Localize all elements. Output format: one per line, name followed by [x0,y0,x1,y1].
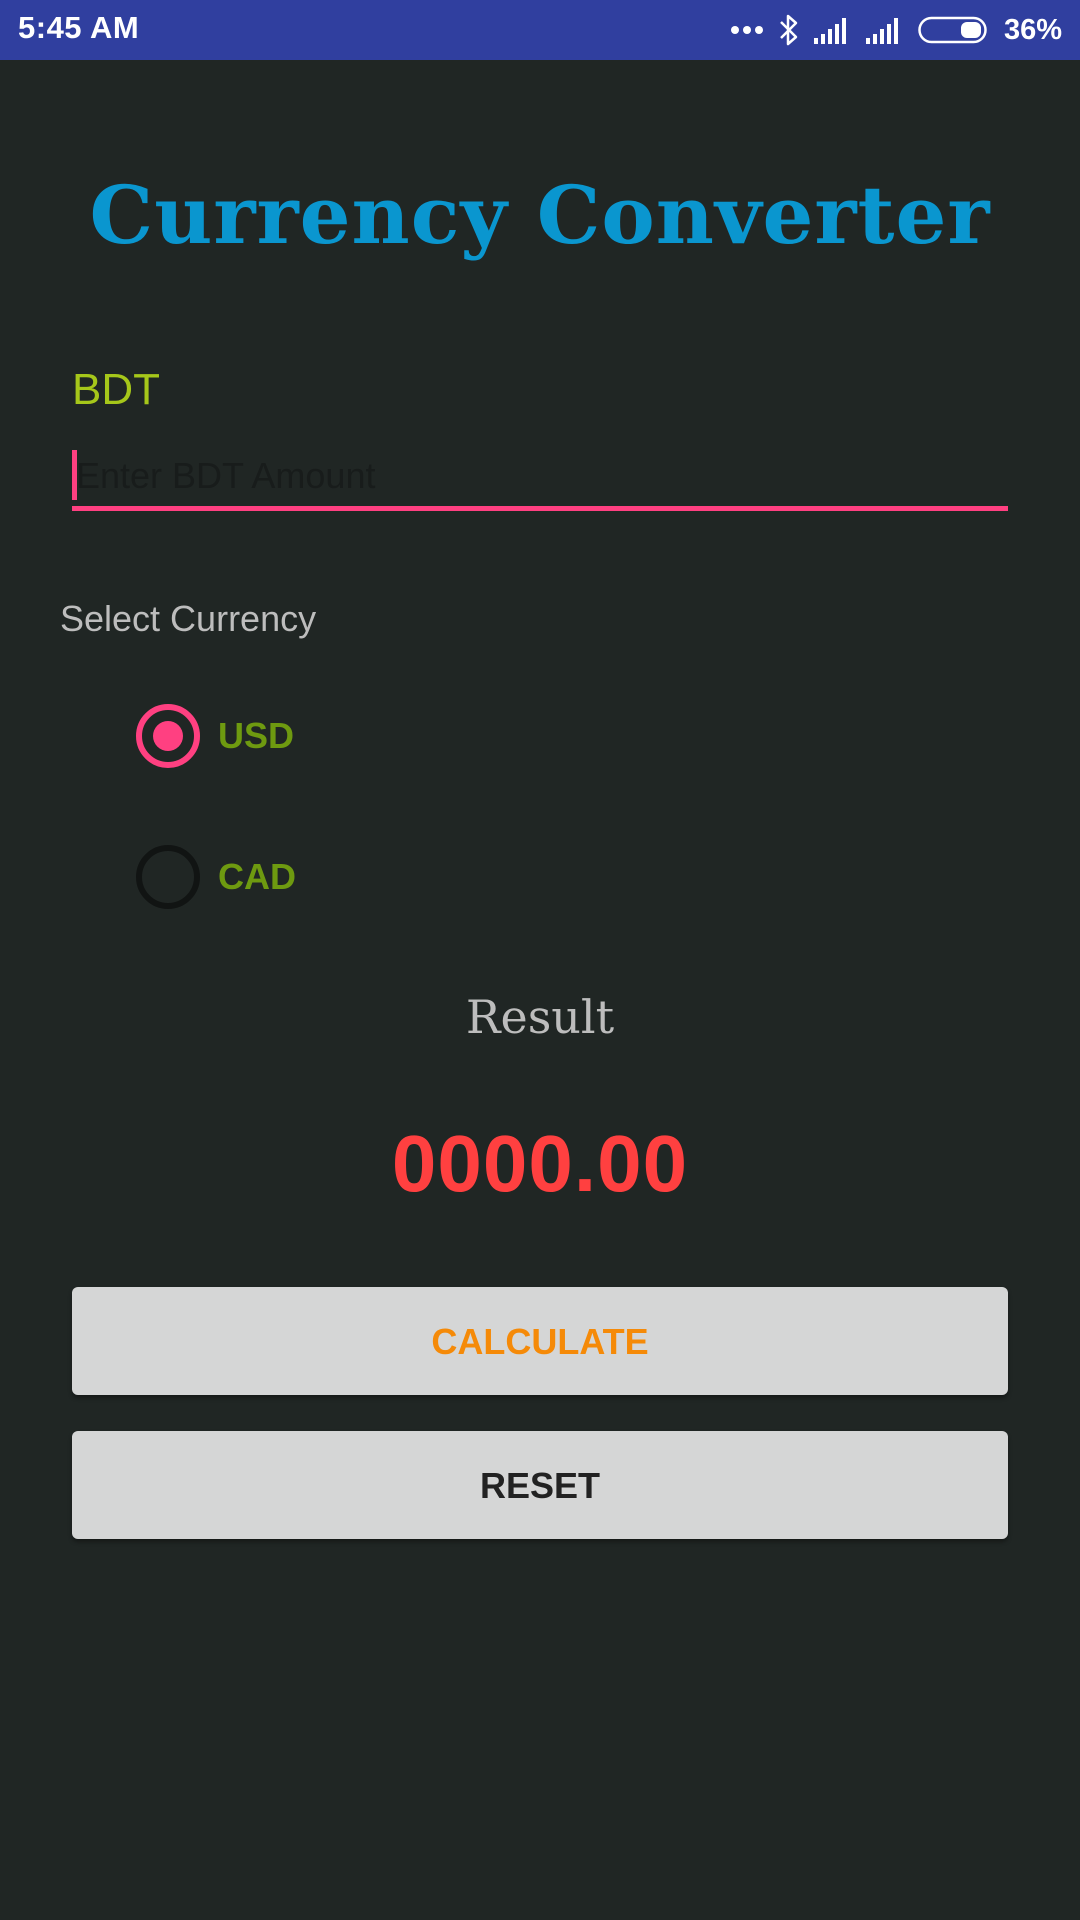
amount-field[interactable] [72,448,1008,504]
bdt-amount-input[interactable] [72,448,1008,504]
select-currency-label: Select Currency [60,598,317,639]
source-currency-label: BDT [72,365,160,414]
status-icons: 36% [730,0,1062,60]
reset-button[interactable]: RESET [72,1431,1008,1539]
currency-converter-screen: 5:45 AM 36% Currency Converter BDT Enter… [0,0,1080,1920]
app-title: Currency Converter [89,168,991,262]
signal-icon [865,16,904,44]
signal-icon [813,16,852,44]
bluetooth-icon [778,13,800,47]
more-dots-icon [730,24,764,36]
text-cursor [72,450,77,500]
status-bar: 5:45 AM 36% [0,0,1080,60]
radio-option-usd[interactable]: USD [136,704,294,768]
battery-icon [918,16,990,44]
radio-option-cad[interactable]: CAD [136,845,296,909]
status-time: 5:45 AM [18,10,140,45]
radio-label-cad[interactable]: CAD [218,856,296,898]
battery-percent: 36% [1003,13,1062,46]
radio-label-usd[interactable]: USD [218,715,294,757]
input-underline [72,506,1008,511]
result-label: Result [465,990,615,1044]
result-value: 0000.00 [391,1119,689,1208]
radio-unchecked-icon[interactable] [136,845,200,909]
calculate-button[interactable]: CALCULATE [72,1287,1008,1395]
radio-checked-icon[interactable] [136,704,200,768]
